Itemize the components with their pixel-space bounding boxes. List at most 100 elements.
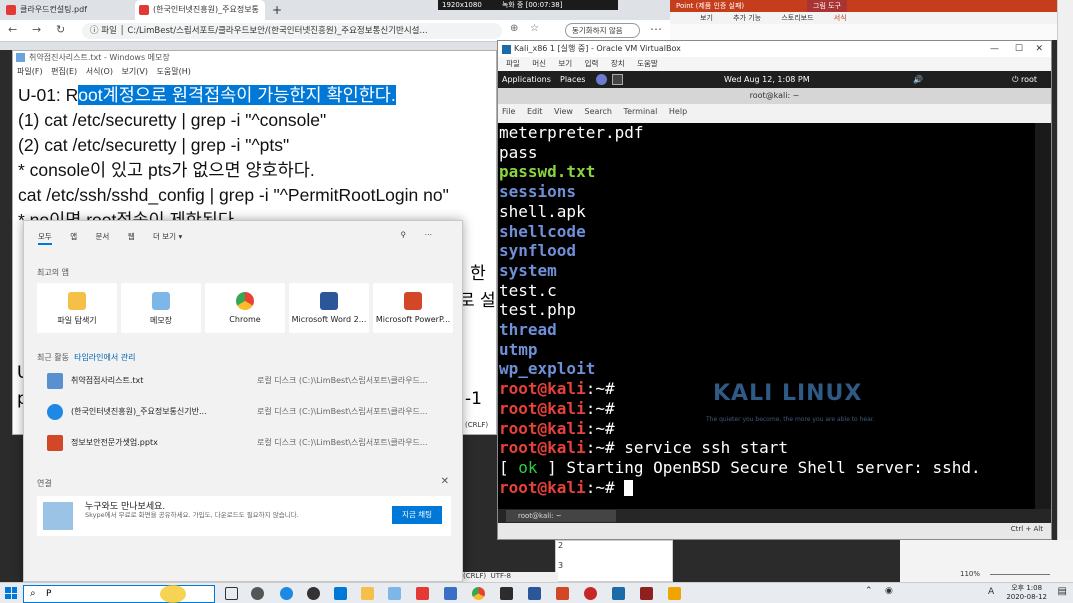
user-menu[interactable]: ⏻ root	[1012, 71, 1037, 88]
ime-indicator[interactable]: A	[988, 587, 994, 597]
menu-edit[interactable]: 편집(E)	[51, 67, 77, 76]
volume-icon[interactable]: 🔊	[913, 71, 923, 88]
taskbar-search-input[interactable]: ⌕ P	[23, 585, 215, 603]
recent-item[interactable]: 취약점점사리스트.txt 로컬 디스크 (C:)\LimBest\스립서포트\클라…	[37, 367, 451, 395]
applications-menu[interactable]: Applications	[502, 71, 551, 88]
people-image	[43, 502, 73, 530]
menu-view[interactable]: 보기(V)	[122, 67, 148, 76]
office-icon[interactable]	[416, 587, 429, 600]
prompt-suffix: :~#	[585, 477, 615, 497]
app-word[interactable]: Microsoft Word 2...	[289, 283, 369, 333]
folder-icon[interactable]	[361, 587, 374, 600]
mail-icon[interactable]	[334, 587, 347, 600]
browser-tab-active[interactable]: (한국인터넷진흥원)_주요정보통	[135, 0, 265, 20]
kali-clock[interactable]: Wed Aug 12, 1:08 PM	[724, 71, 810, 88]
term-menu-search[interactable]: Search	[585, 107, 612, 116]
places-menu[interactable]: Places	[560, 71, 585, 88]
zoom-icon[interactable]: ⊕	[510, 23, 518, 34]
menu-file[interactable]: 파일(F)	[17, 67, 43, 76]
ppt-tab-view[interactable]: 보기	[700, 14, 713, 22]
network-icon[interactable]: ◉	[885, 586, 893, 596]
close-button[interactable]: ✕	[1035, 41, 1043, 57]
menu-icon[interactable]: ⋯	[650, 22, 662, 36]
powerpoint-icon[interactable]	[556, 587, 569, 600]
browser-tab-pdf[interactable]: 클라우드컨설팅.pdf	[2, 0, 127, 20]
tray-chevron-icon[interactable]: ⌃	[865, 586, 873, 596]
app-icon[interactable]	[500, 587, 513, 600]
vbox-menu-input[interactable]: 입력	[585, 59, 599, 68]
app-icon[interactable]	[640, 587, 653, 600]
zoom-slider[interactable]	[990, 574, 1050, 575]
kali-task-terminal[interactable]: root@kali: ~	[506, 510, 616, 522]
back-icon[interactable]: ←	[8, 23, 17, 36]
maximize-button[interactable]: ☐	[1015, 41, 1023, 57]
terminal-file-entry: thread	[499, 320, 557, 340]
recent-item[interactable]: 정보보안전문가셋업.pptx 로컬 디스크 (C:)\LimBest\스립서포트\…	[37, 429, 451, 457]
kali-top-panel: Applications Places Wed Aug 12, 1:08 PM …	[498, 71, 1051, 88]
ppt-tab-addins[interactable]: 추가 기능	[733, 14, 761, 22]
edge-icon[interactable]	[280, 587, 293, 600]
virtualbox-icon	[502, 45, 511, 54]
term-menu-file[interactable]: File	[502, 107, 515, 116]
taskbar-clock[interactable]: 오후 1:08 2020-08-12	[1006, 584, 1047, 602]
close-icon[interactable]: ✕	[441, 476, 449, 487]
ok-open: [	[499, 457, 519, 477]
settings-icon[interactable]	[251, 587, 264, 600]
new-tab-button[interactable]: +	[268, 0, 288, 20]
record-icon[interactable]	[584, 587, 597, 600]
term-menu-help[interactable]: Help	[669, 107, 687, 116]
virtualbox-icon[interactable]	[612, 587, 625, 600]
search-app-icon[interactable]	[307, 587, 320, 600]
term-menu-terminal[interactable]: Terminal	[624, 107, 658, 116]
tab-documents[interactable]: 문서	[96, 232, 110, 241]
tab-web[interactable]: 웹	[128, 232, 135, 241]
vbox-menu-file[interactable]: 파일	[506, 59, 520, 68]
chat-now-button[interactable]: 지금 채팅	[392, 506, 442, 524]
tab-all[interactable]: 모두	[38, 232, 52, 245]
vbox-menu-view[interactable]: 보기	[558, 59, 572, 68]
vbox-menu-machine[interactable]: 머신	[532, 59, 546, 68]
terminal-icon[interactable]	[612, 74, 623, 85]
app-icon[interactable]	[444, 587, 457, 600]
kali-browser-icon[interactable]	[596, 74, 607, 85]
recent-item[interactable]: (한국인터넷진흥원)_주요정보통신기반... 로컬 디스크 (C:)\LimBes…	[37, 398, 451, 426]
app-powerpoint[interactable]: Microsoft PowerP...	[373, 283, 453, 333]
feedback-icon[interactable]: ⚲	[401, 230, 407, 239]
term-menu-edit[interactable]: Edit	[527, 107, 543, 116]
terminal-prompt-line: root@kali:~#	[499, 478, 981, 498]
task-view-icon[interactable]	[225, 587, 238, 600]
notepad-text-area[interactable]: U-01: Root계정으로 원격접속이 가능한지 확인한다. (1) cat /…	[13, 79, 496, 237]
chrome-icon[interactable]	[472, 587, 485, 600]
terminal-file-entry: meterpreter.pdf	[499, 123, 644, 142]
ppt-tab-format[interactable]: 서식	[834, 14, 847, 22]
app-notepad[interactable]: 메모장	[121, 283, 201, 333]
ppt-tab-storyboard[interactable]: 스토리보드	[781, 14, 813, 22]
minimize-button[interactable]: —	[990, 41, 999, 57]
term-menu-view[interactable]: View	[554, 107, 573, 116]
tab-apps[interactable]: 앱	[70, 232, 77, 241]
forward-icon[interactable]: →	[32, 23, 41, 36]
picture-tools-tab[interactable]: 그림 도구	[807, 0, 847, 12]
ppt-zoom-level[interactable]: 110%	[960, 570, 980, 578]
reload-icon[interactable]: ↻	[56, 23, 65, 36]
app-chrome[interactable]: Chrome	[205, 283, 285, 333]
edge-icon	[47, 404, 63, 420]
windows-start-icon[interactable]	[5, 587, 17, 599]
word-icon[interactable]	[528, 587, 541, 600]
vbox-menu-devices[interactable]: 장치	[611, 59, 625, 68]
profile-button[interactable]: 동기화하지 않음	[565, 23, 640, 38]
terminal-scrollbar[interactable]	[1035, 123, 1051, 509]
terminal-output[interactable]: KALI LINUX The quieter you become, the m…	[498, 123, 1035, 509]
menu-help[interactable]: 도움말(H)	[157, 67, 191, 76]
star-icon[interactable]: ☆	[530, 23, 539, 34]
more-options-icon[interactable]: ⋯	[425, 230, 433, 239]
app-icon[interactable]	[668, 587, 681, 600]
vbox-menu-help[interactable]: 도움말	[637, 59, 658, 68]
menu-format[interactable]: 서식(O)	[86, 67, 113, 76]
notification-icon[interactable]: ▤	[1058, 586, 1067, 597]
app-file-explorer[interactable]: 파일 탐색기	[37, 283, 117, 333]
timeline-link[interactable]: 타임라인에서 관리	[74, 353, 135, 362]
tab-more[interactable]: 더 보기 ▾	[153, 232, 182, 241]
address-bar[interactable]: ⓘ 파일 │ C:/LimBest/스립서포트/클라우드보안/(한국인터넷진흥원…	[82, 23, 502, 39]
notepad-icon[interactable]	[388, 587, 401, 600]
